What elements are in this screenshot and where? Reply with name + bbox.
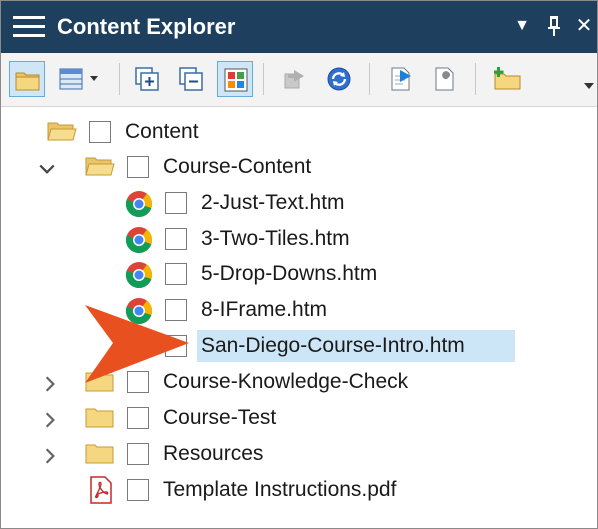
pin-icon[interactable] xyxy=(541,11,567,41)
tree-item-label: Template Instructions.pdf xyxy=(163,478,397,501)
pointer-arrow-icon xyxy=(85,305,189,383)
view-options-button[interactable] xyxy=(53,61,101,97)
open-folder-button[interactable] xyxy=(9,61,45,97)
tree-item-label: 8-IFrame.htm xyxy=(201,298,328,321)
tree-item-checkbox[interactable] xyxy=(127,156,149,178)
chrome-icon xyxy=(125,262,153,289)
chevron-right-icon[interactable] xyxy=(41,447,59,465)
refresh-button[interactable] xyxy=(321,61,357,97)
tree-item-file[interactable]: 5-Drop-Downs.htm xyxy=(1,256,597,292)
open-folder-icon xyxy=(85,157,115,176)
collapse-all-button[interactable] xyxy=(173,61,209,97)
color-tiles-button[interactable] xyxy=(217,61,253,97)
file-properties-icon xyxy=(435,67,454,91)
hamburger-menu-icon[interactable] xyxy=(13,14,45,40)
tree-item-checkbox[interactable] xyxy=(165,228,187,250)
chevron-right-icon[interactable] xyxy=(41,411,59,429)
new-file-button[interactable] xyxy=(383,61,419,97)
chrome-icon xyxy=(125,227,153,254)
title-bar: Content Explorer ▼ ✕ xyxy=(1,1,597,53)
chevron-down-icon[interactable] xyxy=(38,161,56,179)
open-folder-icon xyxy=(15,72,40,91)
move-button[interactable] xyxy=(277,61,313,97)
chevron-right-icon[interactable] xyxy=(41,375,59,393)
tree-item-checkbox[interactable] xyxy=(127,407,149,429)
toolbar-separator xyxy=(263,63,264,95)
close-icon[interactable]: ✕ xyxy=(571,11,597,41)
tree-item-checkbox[interactable] xyxy=(127,443,149,465)
tree-item-label: Course-Knowledge-Check xyxy=(163,370,409,393)
tree-item-file[interactable]: 2-Just-Text.htm xyxy=(1,185,597,221)
toolbar xyxy=(1,53,597,107)
tree-item-label: Content xyxy=(125,120,199,143)
collapse-all-icon xyxy=(179,67,203,91)
grid-view-icon xyxy=(59,68,83,90)
toolbar-separator xyxy=(369,63,370,95)
color-tiles-icon xyxy=(224,68,248,92)
tree-item-course-test[interactable]: Course-Test xyxy=(1,400,597,436)
new-folder-button[interactable] xyxy=(489,61,525,97)
content-explorer-panel: Content Explorer ▼ ✕ Content Course-Cont… xyxy=(0,0,598,529)
toolbar-overflow-icon[interactable] xyxy=(584,83,594,89)
expand-all-button[interactable] xyxy=(129,61,165,97)
tree-item-pdf[interactable]: Template Instructions.pdf xyxy=(1,472,597,508)
tree-item-course-content[interactable]: Course-Content xyxy=(1,149,597,185)
tree-item-label: Course-Test xyxy=(163,406,277,429)
chevron-down-icon xyxy=(90,76,98,81)
toolbar-separator xyxy=(475,63,476,95)
folder-icon xyxy=(85,408,114,428)
pdf-icon xyxy=(90,476,112,504)
refresh-icon xyxy=(327,67,351,91)
tree-item-checkbox[interactable] xyxy=(127,479,149,501)
tree-item-label: Course-Content xyxy=(163,155,312,178)
tree-item-label: 3-Two-Tiles.htm xyxy=(201,227,350,250)
tree-item-label: 2-Just-Text.htm xyxy=(201,191,345,214)
file-properties-button[interactable] xyxy=(427,61,463,97)
tree-item-checkbox[interactable] xyxy=(165,263,187,285)
tree-item-label: Resources xyxy=(163,442,264,465)
expand-all-icon xyxy=(135,67,159,91)
new-folder-icon xyxy=(494,67,521,90)
open-folder-icon xyxy=(47,122,77,141)
tree-item-resources[interactable]: Resources xyxy=(1,436,597,472)
tree-item-checkbox[interactable] xyxy=(165,192,187,214)
folder-icon xyxy=(85,444,114,464)
panel-title: Content Explorer xyxy=(57,14,236,39)
panel-menu-dropdown-icon[interactable]: ▼ xyxy=(509,11,535,41)
tree-item-checkbox[interactable] xyxy=(89,121,111,143)
tree-item-label: 5-Drop-Downs.htm xyxy=(201,262,378,285)
move-disabled-icon xyxy=(284,70,304,89)
tree-item-file[interactable]: 3-Two-Tiles.htm xyxy=(1,221,597,257)
tree-item-label: San-Diego-Course-Intro.htm xyxy=(201,334,465,357)
chrome-icon xyxy=(125,191,153,218)
toolbar-separator xyxy=(119,63,120,95)
new-file-icon xyxy=(391,67,411,91)
tree-item-content[interactable]: Content xyxy=(1,114,597,150)
